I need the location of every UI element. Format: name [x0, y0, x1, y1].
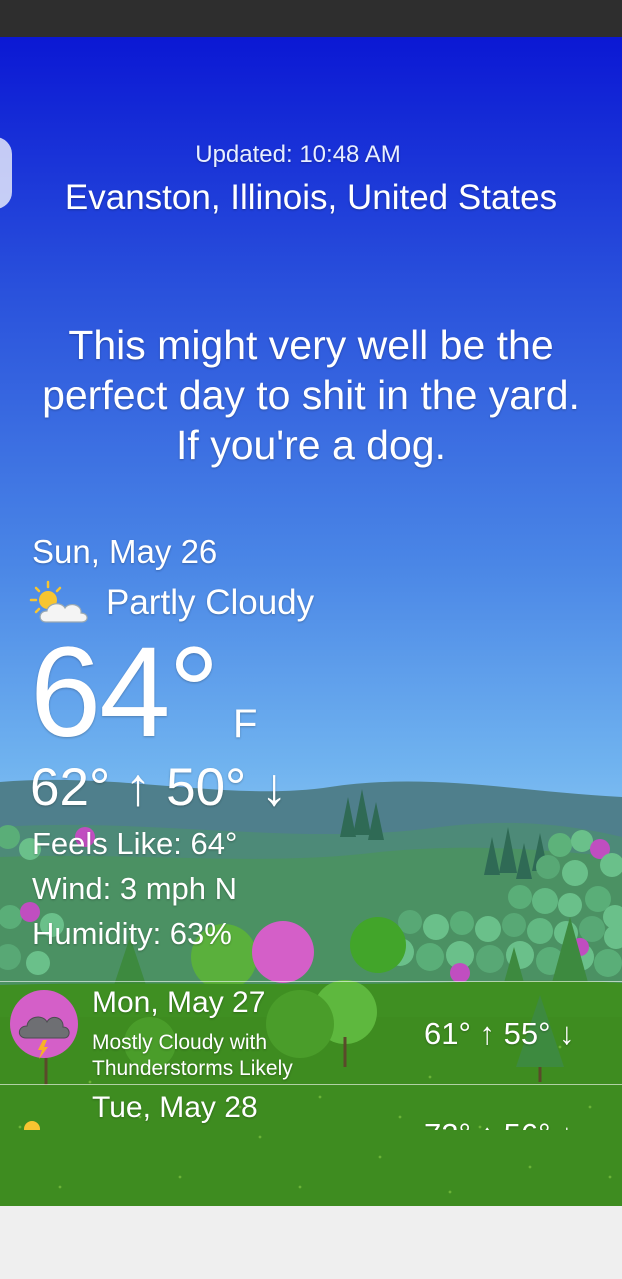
forecast-divider	[0, 981, 622, 982]
current-temperature[interactable]: 64°	[30, 628, 220, 758]
feels-like: Feels Like: 64°	[32, 826, 238, 861]
current-condition: Partly Cloudy	[106, 583, 315, 622]
forecast-description: Mostly Cloudy with Thunderstorms Likely	[92, 1031, 293, 1080]
partly-cloudy-icon	[24, 1121, 40, 1130]
status-bar	[0, 0, 622, 37]
forecast-day: Mon, May 27	[92, 986, 266, 1019]
thunderstorm-icon	[10, 990, 78, 1085]
updated-time: Updated: 10:48 AM	[195, 141, 401, 168]
high-low-temperature: 62° ↑ 50° ↓	[30, 758, 288, 817]
forecast-day: Tue, May 28	[92, 1091, 258, 1124]
bottom-bar	[0, 1206, 622, 1279]
forecast-temp-range: 72° ↑ 56° ↓	[424, 1117, 575, 1130]
wind-info: Wind: 3 mph N	[32, 871, 238, 906]
forecast-row[interactable]: Tue, May 28 72° ↑ 56° ↓	[0, 1085, 622, 1130]
forecast-temp-range: 61° ↑ 55° ↓	[424, 1016, 575, 1051]
weather-quip: This might very well be the perfect day …	[42, 322, 580, 468]
humidity-info: Humidity: 63%	[32, 916, 232, 951]
location-label[interactable]: Evanston, Illinois, United States	[0, 178, 622, 218]
temperature-unit[interactable]: F	[233, 702, 257, 747]
current-date: Sun, May 26	[32, 533, 218, 570]
